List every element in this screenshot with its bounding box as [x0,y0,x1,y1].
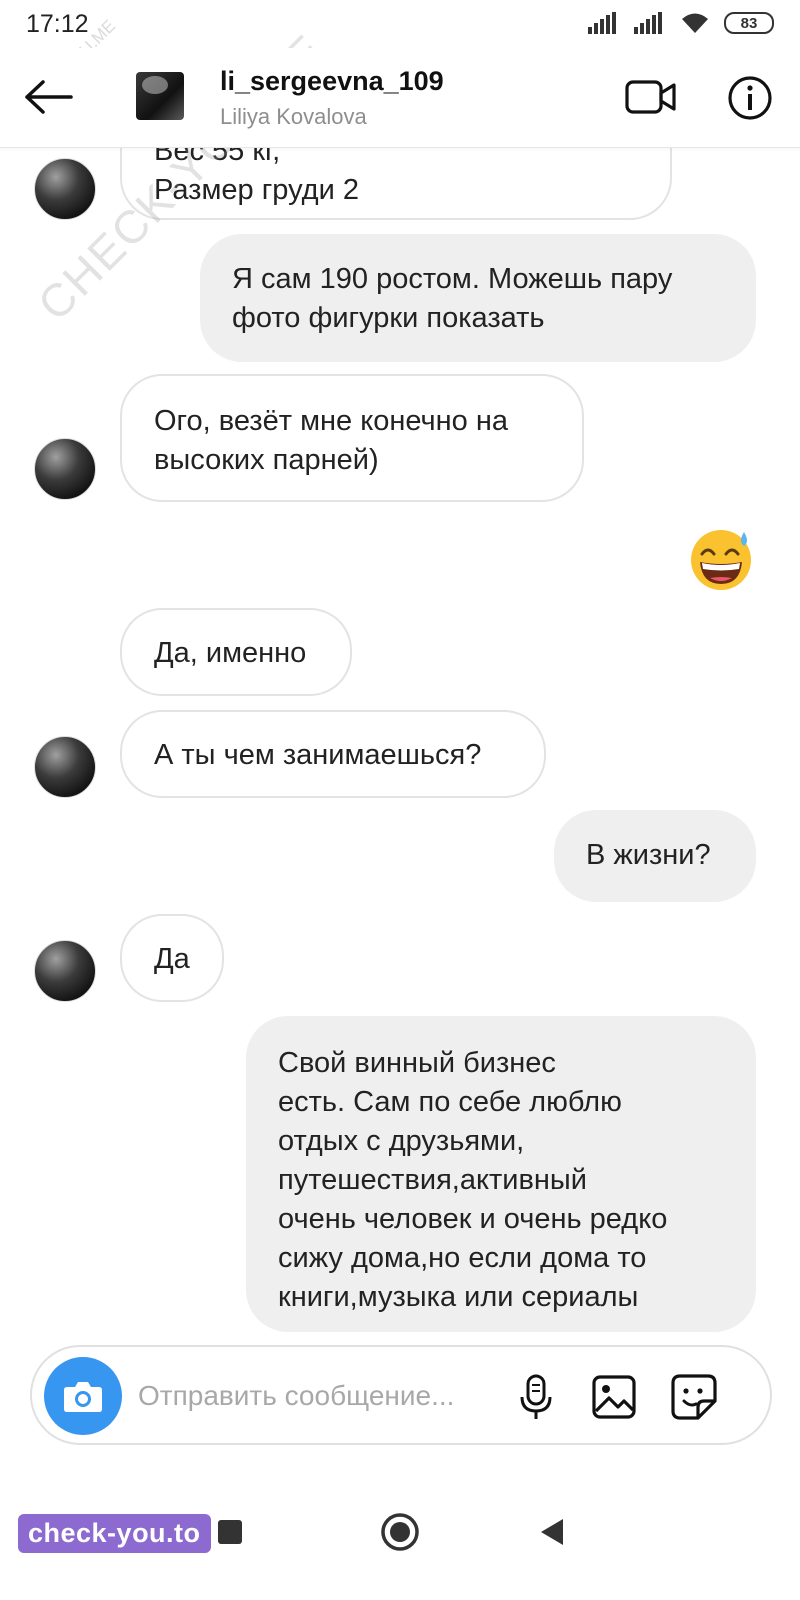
back-button[interactable] [20,72,76,122]
microphone-button[interactable] [510,1371,562,1423]
home-button[interactable] [370,1502,430,1562]
message-line: Ого, везёт мне конечно на [154,405,508,437]
sticker-icon [671,1374,717,1420]
message-incoming[interactable]: А ты чем занимаешься? [120,710,546,798]
back-triangle-icon [541,1519,563,1545]
message-line: высоких парней) [154,444,379,476]
back-nav-button[interactable] [522,1502,582,1562]
message-line: очень человек и очень редко [278,1203,668,1235]
battery-level: 83 [740,14,758,32]
message-line: Да [154,943,190,975]
message-line: сижу дома,но если дома то [278,1242,647,1274]
message-composer [30,1345,772,1445]
microphone-icon [520,1374,552,1419]
sticker-button[interactable] [668,1371,720,1423]
chat-full-name: Liliya Kovalova [220,104,367,129]
gallery-button[interactable] [588,1371,640,1423]
message-outgoing[interactable]: Свой винный бизнес есть. Сам по себе люб… [246,1016,756,1332]
grinning-sweat-emoji[interactable] [688,526,754,592]
message-line: Размер груди 2 [154,174,359,206]
battery-indicator: 83 [724,12,774,34]
camera-button[interactable] [44,1357,122,1435]
signal-icon-2 [634,12,662,34]
message-incoming[interactable]: Ого, везёт мне конечно на высоких парней… [120,374,584,502]
message-line: есть. Сам по себе люблю [278,1086,622,1118]
camera-icon [64,1382,102,1412]
message-outgoing[interactable]: В жизни? [554,810,756,902]
message-line: Свой винный бизнес [278,1047,556,1079]
message-outgoing[interactable]: Я сам 190 ростом. Можешь пару фото фигур… [200,234,756,362]
sender-avatar[interactable] [34,940,96,1002]
message-line: Я сам 190 ростом. Можешь пару [232,263,673,295]
message-line: книги,музыка или сериалы [278,1281,639,1313]
message-incoming[interactable]: Да [120,914,224,1002]
back-arrow-icon [25,80,73,114]
status-time: 17:12 [26,10,89,38]
message-line: фото фигурки показать [232,302,545,334]
message-line: путешествия,активный [278,1164,587,1196]
chat-username[interactable]: li_sergeevna_109 [220,66,444,97]
square-icon [218,1520,242,1544]
status-bar: 17:12 83 [0,0,800,48]
wifi-icon [682,13,708,33]
info-icon [728,76,772,120]
message-line: В жизни? [586,839,711,871]
watermark-badge: check-you.to [18,1514,211,1553]
header-avatar[interactable] [136,72,184,120]
sender-avatar[interactable] [34,438,96,500]
signal-icon [588,12,616,34]
video-call-button[interactable] [622,72,680,122]
message-line: Да, именно [154,637,307,669]
video-camera-icon [625,80,676,114]
message-line: отдых с друзьями, [278,1125,525,1157]
home-circle-icon [381,1513,419,1551]
info-button[interactable] [724,72,776,124]
status-icons: 83 [588,12,774,34]
gallery-icon [592,1375,636,1419]
sender-avatar[interactable] [34,158,96,220]
chat-header: li_sergeevna_109 Liliya Kovalova [0,48,800,148]
sender-avatar[interactable] [34,736,96,798]
message-list[interactable]: Вес 55 кг, Размер груди 2 Я сам 190 рост… [0,148,800,1343]
message-line: А ты чем занимаешься? [154,739,482,771]
message-input[interactable] [138,1373,518,1419]
message-incoming[interactable]: Да, именно [120,608,352,696]
